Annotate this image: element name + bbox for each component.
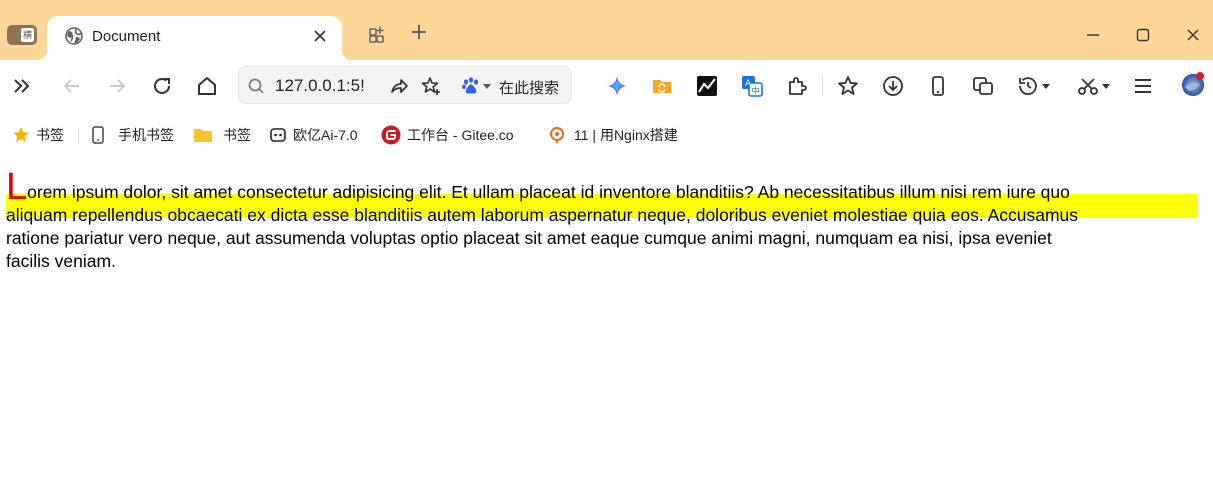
search-icon — [248, 78, 264, 94]
lorem-paragraph: Lorem ipsum dolor, sit amet consectetur … — [6, 168, 1202, 273]
svg-text:中: 中 — [752, 86, 760, 96]
maximize-button[interactable] — [1131, 23, 1155, 47]
extensions-icon[interactable] — [785, 74, 809, 98]
paragraph-line: aliquam repellendus obcaecati ex dicta e… — [6, 205, 1079, 225]
phone-icon — [92, 126, 104, 144]
bookmark-star-icon[interactable] — [421, 76, 441, 96]
tab-close-button[interactable] — [310, 26, 330, 46]
bookmark-label: 工作台 - Gitee.co — [407, 127, 514, 143]
history-dropdown-icon[interactable] — [1042, 84, 1050, 89]
url-text[interactable]: 127.0.0.1:5! — [275, 76, 365, 96]
page-content: Lorem ipsum dolor, sit amet consectetur … — [6, 168, 1202, 273]
translate-icon[interactable]: A中 — [740, 74, 764, 98]
share-icon[interactable] — [389, 76, 409, 96]
bookmark-item-nginx[interactable]: 11 | 用Nginx搭建 — [548, 125, 678, 145]
bookmark-label: 书签 — [36, 127, 64, 143]
search-engine-placeholder[interactable]: 在此搜索 — [499, 77, 565, 98]
back-icon[interactable] — [60, 74, 84, 98]
bookmark-label: 手机书签 — [118, 127, 174, 143]
double-chevron-icon[interactable] — [10, 74, 34, 98]
robot-icon — [270, 128, 286, 142]
stock-chart-icon[interactable] — [695, 74, 719, 98]
folder-sync-icon[interactable] — [650, 74, 674, 98]
new-tab-button[interactable] — [410, 22, 428, 46]
plus-icon — [412, 25, 426, 39]
avatar-icon — [1182, 72, 1204, 96]
address-bar[interactable]: 127.0.0.1:5! 在此搜索 — [238, 66, 572, 104]
close-icon — [314, 30, 326, 42]
bookmark-item-folder[interactable]: 书签 — [193, 125, 251, 145]
favorites-star-icon[interactable] — [836, 74, 860, 98]
history-icon[interactable] — [1016, 74, 1040, 98]
screenshot-icon[interactable] — [971, 74, 995, 98]
tab-document[interactable]: Document — [37, 16, 352, 60]
search-engine-dropdown-icon[interactable] — [483, 84, 491, 89]
paragraph-line: facilis veniam. — [6, 251, 116, 271]
globe-icon — [65, 27, 83, 45]
bookmark-label: 11 | 用Nginx搭建 — [574, 127, 678, 143]
reload-icon[interactable] — [150, 74, 174, 98]
window-close-button[interactable] — [1181, 23, 1205, 47]
minimize-button[interactable] — [1081, 23, 1105, 47]
bookmark-item-bookmarks[interactable]: 书签 — [12, 125, 64, 145]
sidebar-toggle-button[interactable]: 横 — [7, 25, 37, 45]
toolbar-divider — [822, 76, 823, 96]
browser-toolbar: 127.0.0.1:5! 在此搜索 A中 — [0, 60, 1213, 112]
profile-avatar[interactable] — [1180, 72, 1206, 98]
ai-sparkle-icon[interactable] — [605, 74, 629, 98]
bookmark-item-gitee[interactable]: 工作台 - Gitee.co — [381, 125, 514, 145]
forward-icon[interactable] — [105, 74, 129, 98]
tab-title: Document — [92, 28, 161, 45]
bookmarks-bar: 书签 手机书签 书签 欧亿Ai-7.0 工作台 - Gitee.co 11 | … — [0, 112, 1213, 156]
gitee-icon — [381, 125, 401, 145]
flame-icon — [550, 127, 564, 143]
bookmark-item-ouyi[interactable]: 欧亿Ai-7.0 — [269, 125, 358, 145]
tab-groups-icon[interactable] — [368, 26, 386, 44]
scissors-dropdown-icon[interactable] — [1102, 84, 1110, 89]
folder-icon — [194, 129, 212, 142]
menu-icon[interactable] — [1131, 74, 1155, 98]
paragraph-line: ratione pariatur vero neque, aut assumen… — [6, 228, 1052, 248]
bookmark-item-mobile[interactable]: 手机书签 — [90, 125, 174, 145]
phone-icon[interactable] — [926, 74, 950, 98]
title-bar: 横 Document — [0, 0, 1213, 60]
drop-cap-letter: L — [6, 166, 28, 208]
home-icon[interactable] — [195, 74, 219, 98]
sidebar-toggle-label: 横 — [21, 28, 34, 42]
bookmark-label: 欧亿Ai-7.0 — [293, 127, 358, 143]
scissors-icon[interactable] — [1076, 74, 1100, 98]
star-icon — [13, 127, 29, 142]
paragraph-first-line: orem ipsum dolor, sit amet consectetur a… — [27, 182, 1070, 202]
download-icon[interactable] — [881, 74, 905, 98]
baidu-paw-icon[interactable] — [461, 76, 481, 96]
bookmark-separator — [78, 128, 79, 144]
bookmark-label: 书签 — [223, 127, 251, 143]
